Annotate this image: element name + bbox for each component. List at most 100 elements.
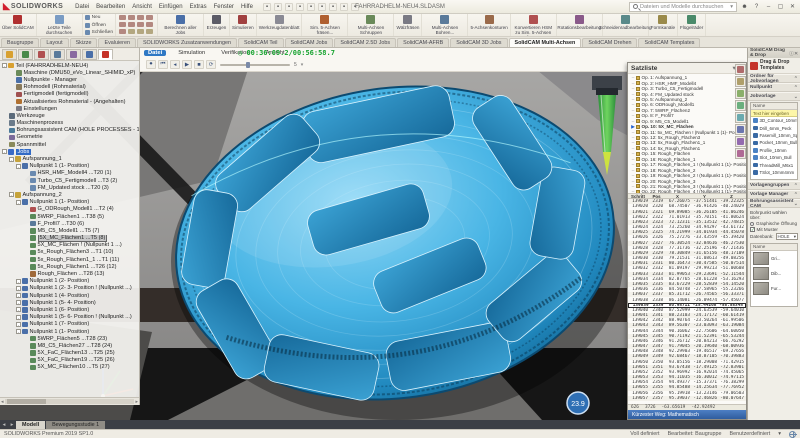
section-nullpunkt[interactable]: Nullpunkt ⌃ [748, 83, 800, 92]
ribbon-button-new-doc[interactable]: Neu [84, 15, 113, 20]
view-cube-icon[interactable] [735, 124, 746, 135]
property-manager-icon[interactable] [18, 48, 33, 60]
cam-icon-3[interactable] [137, 15, 144, 20]
operation-row[interactable]: – Op. 17: Rough_Flächen_1 ! (Nullpunkt 1 … [630, 162, 746, 167]
ribbon-button-port-machining[interactable]: Formkanäle [649, 14, 679, 36]
ribbon-button-multiaxis-drill[interactable]: Multi-Achsen Bohren... [422, 14, 469, 36]
gear-icon[interactable] [735, 148, 746, 159]
tab-solidcam-afrb[interactable]: SolidCAM-AFRB [397, 38, 450, 47]
tree-item[interactable]: Nullpunkte - Manager [0, 76, 139, 83]
ribbon-button-contour-5axis[interactable]: 5-Achsenkonturen [468, 14, 511, 36]
tree-item[interactable]: - Aufspannung_1 [0, 155, 139, 162]
scroll-right-icon[interactable]: ▸ [135, 399, 138, 405]
play-icon[interactable]: ▶ [182, 60, 192, 69]
template-item[interactable]: Fasemill_10mm_Spiral [751, 132, 797, 139]
menu-extras[interactable]: Extras [190, 4, 207, 10]
hole-process-item[interactable]: Gri... [751, 251, 797, 266]
report-icon[interactable] [735, 76, 746, 87]
tree-item[interactable]: 5x_Rough_Flächen1 ...T26 (12) [0, 263, 139, 270]
database-select[interactable]: HOLE ▾ [775, 233, 798, 240]
tree-item[interactable]: Geometrie [0, 134, 139, 141]
display-manager-icon[interactable] [66, 48, 81, 60]
tab-baugruppe[interactable]: Baugruppe [1, 38, 40, 47]
ribbon-button-about-solidcam[interactable]: Über SolidCAM [0, 14, 37, 36]
tree-item[interactable]: - Nullpunkt 1 (1- Position) [0, 163, 139, 170]
tab-scroll-right-icon[interactable]: ▸ [8, 422, 16, 428]
tree-item[interactable]: FM_Updated stock ...T20 (3) [0, 184, 139, 191]
tree-item[interactable]: - Nullpunkt 1 (5- 6- Position ! (Nullpunk… [0, 314, 139, 321]
ribbon-button-open-doc[interactable]: Öffnen [84, 22, 113, 28]
tab-skizze[interactable]: Skizze [69, 38, 98, 47]
operation-row[interactable]: – Op. 21: Rough_Flächen_3 ! (Nullpunkt 1 … [630, 184, 746, 189]
tree-item[interactable]: 5WRP_Flächen5 ...T28 (23) [0, 335, 139, 342]
search-dropdown-icon[interactable]: ▾ [730, 4, 733, 10]
menu-datei[interactable]: Datei [75, 4, 89, 10]
globe-icon[interactable] [789, 430, 797, 438]
template-item[interactable]: Profile_10mm [751, 147, 797, 154]
tree-horizontal-scrollbar[interactable]: ◂ ▸ [0, 397, 139, 405]
tree-item[interactable]: Fertigmodell (fertigmodell) [0, 91, 139, 98]
tab-solidcam-drehen[interactable]: SolidCAM Drehen [582, 38, 638, 47]
ribbon-button-convert-hsm[interactable]: Konvertieren HSM zu Sim. 5-Achsen fräsen [511, 14, 557, 36]
ribbon-button-close-doc[interactable]: Schließen [84, 30, 113, 35]
sim-menu-datei[interactable]: Datei [144, 50, 167, 56]
tab-solidcam-multi-achsen[interactable]: SolidCAM Multi-Achsen [508, 38, 582, 47]
tool-display-icon[interactable] [735, 136, 746, 147]
ribbon-button-simulate[interactable]: Simulieren [230, 14, 257, 36]
tab-solidcam-jobs[interactable]: SolidCAM Jobs [284, 38, 334, 47]
tree-expander-icon[interactable]: - [16, 321, 21, 327]
menu-einfügen[interactable]: Einfügen [159, 4, 183, 10]
tree-expander-icon[interactable]: - [9, 156, 14, 162]
tree-expander-icon[interactable]: - [16, 293, 21, 299]
tree-item[interactable]: 5x_Rough_Flächen1_1 ...T1 (11) [0, 256, 139, 263]
ribbon-button-generate[interactable]: Erzeugen [204, 14, 230, 36]
ribbon-button-tool-sheet[interactable]: Werkzeugdatenblatt [257, 14, 303, 36]
section-jobvorlage[interactable]: Jobvorlage ⌄ [748, 92, 800, 101]
ribbon-button-hobbing[interactable]: Wälzfräsen [394, 14, 423, 36]
tab-evaluieren[interactable]: Evaluieren [98, 38, 136, 47]
tab-solidcam-2-5d-jobs[interactable]: SolidCAM 2.5D Jobs [334, 38, 397, 47]
camera-icon[interactable] [735, 64, 746, 75]
tree-item[interactable]: - Nullpunkt 1 (4- Position) [0, 292, 139, 299]
tree-expander-icon[interactable]: - [16, 314, 21, 320]
model-tab-modell[interactable]: Modell [16, 420, 46, 429]
tree-item[interactable]: - Nullpunkt 1 (1- Position) [0, 199, 139, 206]
configuration-icon[interactable] [34, 48, 49, 60]
template-item[interactable]: TSlot_10mm4mm [751, 169, 797, 176]
tree-item[interactable]: - Nullpunkt 1 (1- Position) [0, 328, 139, 335]
tree-item[interactable]: Bohrungsassistent CAM (HOLE PROCESSES - … [0, 127, 139, 134]
template-item[interactable]: Slot_10mm_Bull [751, 154, 797, 161]
open-icon[interactable]: ▪ [284, 2, 293, 11]
print-icon[interactable]: ▪ [306, 2, 315, 11]
tree-item[interactable]: Maschine (DMU50_eVo_Linear_SHIMID_xP) [0, 69, 139, 76]
tree-item[interactable]: - Jobs [0, 148, 139, 155]
user-icon[interactable]: ☻ [740, 2, 749, 11]
ribbon-button-impeller[interactable]: Flügelräder [678, 14, 707, 36]
operation-row[interactable]: – Op. 19: Rough_Flächen_2 ! (Nullpunkt 1 … [630, 173, 746, 178]
tree-item[interactable]: M5_C5_Modell1 ...T5 (7) [0, 227, 139, 234]
tree-item[interactable]: Aktualisiertes Rohmaterial - (Angehalten… [0, 98, 139, 105]
tree-item[interactable]: 5X_MC_Flächen10 ...T5 (27) [0, 364, 139, 371]
simulation-progress-slider[interactable] [220, 61, 290, 68]
cam-icon-8[interactable] [146, 22, 153, 27]
cam-manager-icon[interactable] [82, 48, 97, 60]
tab-solidcam-teil[interactable]: SolidCAM Teil [238, 38, 284, 47]
ribbon-button-recent-parts[interactable]: Letzte Teile durchsuchen [37, 14, 83, 36]
section-icon[interactable] [735, 100, 746, 111]
tree-item[interactable]: HSR_HMF_Modell4 ...T20 (1) [0, 170, 139, 177]
tab-layout[interactable]: Layout [40, 38, 69, 47]
settings-icon[interactable]: ▪ [350, 2, 359, 11]
section-vorlagengruppen[interactable]: Vorlagengruppen ⌃ [748, 181, 800, 190]
cam-icon-7[interactable] [137, 22, 144, 27]
tree-item[interactable]: - Aufspannung_2 [0, 191, 139, 198]
save-icon[interactable]: ▪ [295, 2, 304, 11]
tree-item[interactable]: 5WRP_Flächen1 ...T38 (5) [0, 213, 139, 220]
tree-expander-icon[interactable]: - [16, 278, 21, 284]
tree-item[interactable]: 5X_FaC_Flächen13 ...T25 (25) [0, 350, 139, 357]
tree-item[interactable]: Werkzeuge [0, 112, 139, 119]
ribbon-button-rotary-machining[interactable]: Rotationsbearbeitung [557, 14, 603, 36]
close-icon[interactable]: ✕ [794, 52, 798, 57]
operation-row[interactable]: – Op. 11: 5x_MC_Flächen ! (Nullpunkt 1 (1… [630, 129, 746, 135]
status-expand-icon[interactable]: ▾ [778, 431, 781, 437]
template-item[interactable]: 3D_Contour_10mm_Bu [751, 117, 797, 124]
